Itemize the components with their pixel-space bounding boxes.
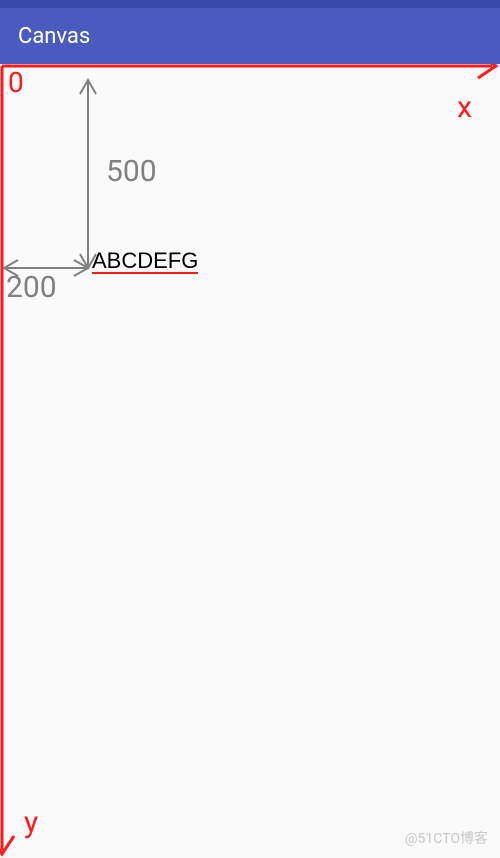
canvas-area: 0 x y 500 200 ABCDEFG @51CTO博客 xyxy=(0,64,500,858)
y-axis-label: y xyxy=(24,805,38,840)
app-title: Canvas xyxy=(18,24,90,49)
horizontal-dimension-value: 200 xyxy=(6,270,57,305)
watermark: @51CTO博客 xyxy=(405,828,488,848)
app-bar: Canvas xyxy=(0,8,500,64)
vertical-dimension-value: 500 xyxy=(106,154,157,189)
axes-svg xyxy=(0,64,500,858)
status-bar xyxy=(0,0,500,8)
canvas-drawn-text: ABCDEFG xyxy=(92,250,198,274)
origin-label: 0 xyxy=(8,66,24,99)
x-axis-label: x xyxy=(457,90,472,125)
